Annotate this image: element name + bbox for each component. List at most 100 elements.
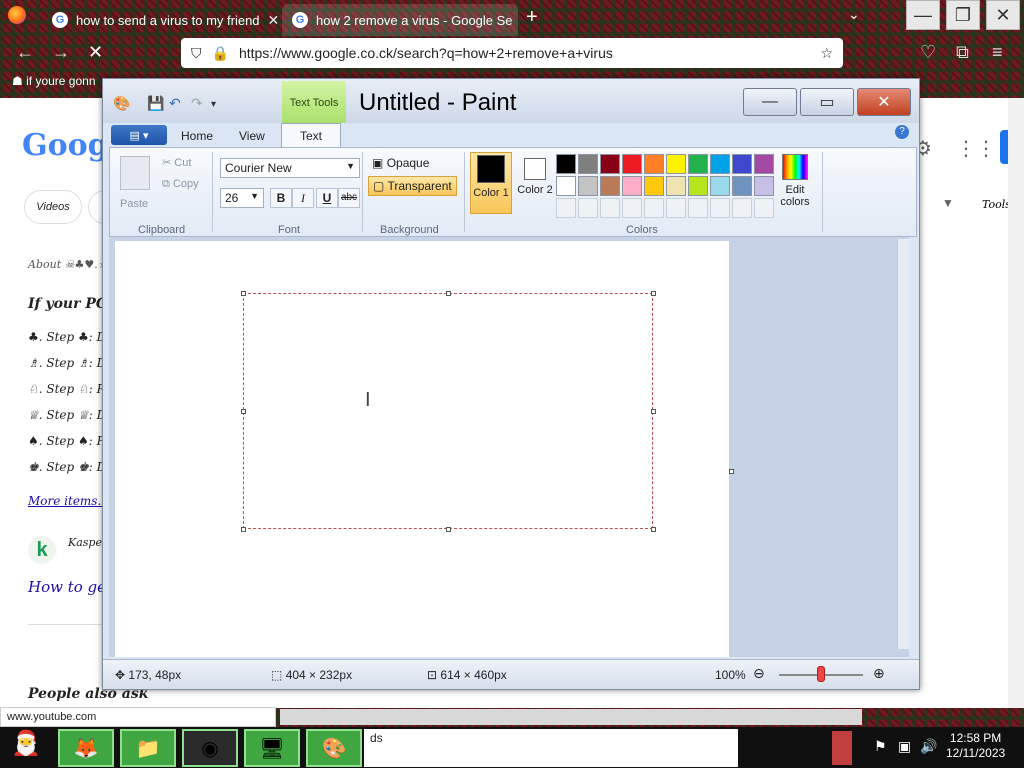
custom-color-slot[interactable] <box>732 198 752 218</box>
canvas-resize-handle[interactable] <box>729 469 734 474</box>
save-icon[interactable]: 💾 <box>147 95 164 112</box>
help-icon[interactable]: ? <box>895 125 909 139</box>
firefox-icon[interactable] <box>8 6 26 24</box>
palette-swatch[interactable] <box>732 176 752 196</box>
color1-button[interactable]: Color 1 <box>470 152 512 214</box>
tab-send-virus[interactable]: G how to send a virus to my friend ✕ <box>42 4 278 36</box>
close-button[interactable]: ✕ <box>857 88 911 116</box>
customize-qa-chevron-down-icon[interactable]: ▾ <box>211 99 216 110</box>
undo-icon[interactable]: ↶ <box>169 95 181 112</box>
resize-handle[interactable] <box>446 527 451 532</box>
new-tab-button[interactable]: + <box>526 6 538 29</box>
volume-icon[interactable]: 🔊 <box>920 738 937 755</box>
forward-icon[interactable]: → <box>52 42 70 63</box>
pocket-icon[interactable]: ♡ <box>920 42 936 63</box>
palette-swatch[interactable] <box>556 176 576 196</box>
lock-icon[interactable]: 🔒 <box>212 45 229 62</box>
minimize-button[interactable]: — <box>743 88 797 116</box>
file-menu-button[interactable]: ▤ ▾ <box>111 125 167 145</box>
network-icon[interactable]: ▣ <box>898 738 911 755</box>
apps-grid-icon[interactable]: ⋮⋮ <box>956 136 996 161</box>
palette-swatch[interactable] <box>754 176 774 196</box>
resize-handle[interactable] <box>241 527 246 532</box>
custom-color-slot[interactable] <box>600 198 620 218</box>
tab-text[interactable]: Text <box>281 123 341 147</box>
copy-button[interactable]: ⧉ Copy <box>162 178 199 191</box>
bookmark-star-icon[interactable]: ☆ <box>820 45 833 62</box>
palette-swatch[interactable] <box>600 176 620 196</box>
palette-swatch[interactable] <box>710 154 730 174</box>
strikethrough-button[interactable]: abc <box>338 188 360 208</box>
paste-icon[interactable] <box>120 156 150 190</box>
caret-down-icon[interactable]: ▼ <box>942 196 954 210</box>
maximize-button[interactable]: ▭ <box>800 88 854 116</box>
url-bar[interactable]: ⛉ 🔒 https://www.google.co.ck/search?q=ho… <box>181 38 843 68</box>
bold-button[interactable]: B <box>270 188 292 208</box>
custom-color-slot[interactable] <box>754 198 774 218</box>
palette-swatch[interactable] <box>556 154 576 174</box>
underline-button[interactable]: U <box>316 188 338 208</box>
list-tabs-chevron-down-icon[interactable]: ⌄ <box>848 6 860 23</box>
resize-handle[interactable] <box>651 527 656 532</box>
text-box[interactable] <box>243 293 653 529</box>
menu-icon[interactable]: ≡ <box>992 42 1003 63</box>
edit-colors-button[interactable]: Edit colors <box>774 154 816 216</box>
opaque-button[interactable]: ▣ Opaque <box>368 154 433 172</box>
palette-swatch[interactable] <box>732 154 752 174</box>
zoom-slider-thumb[interactable] <box>817 666 825 682</box>
custom-color-slot[interactable] <box>578 198 598 218</box>
paint-app-icon[interactable]: 🎨 <box>113 95 130 112</box>
palette-swatch[interactable] <box>578 176 598 196</box>
start-santa-icon[interactable]: 🎅 <box>4 729 48 767</box>
zoom-out-icon[interactable]: ⊖ <box>753 665 765 682</box>
close-button[interactable]: ✕ <box>986 0 1020 30</box>
kaspersky-icon[interactable]: k <box>28 536 56 564</box>
palette-swatch[interactable] <box>688 176 708 196</box>
tools-button[interactable]: Tools <box>982 198 1011 211</box>
restore-button[interactable]: ❐ <box>946 0 980 30</box>
palette-swatch[interactable] <box>688 154 708 174</box>
zoom-in-icon[interactable]: ⊕ <box>873 665 885 682</box>
sign-in-button[interactable] <box>1000 130 1008 164</box>
extensions-icon[interactable]: ⧉ <box>956 42 969 63</box>
tab-view[interactable]: View <box>227 127 277 145</box>
custom-color-slot[interactable] <box>688 198 708 218</box>
resize-handle[interactable] <box>651 291 656 296</box>
custom-color-slot[interactable] <box>622 198 642 218</box>
url-text[interactable]: https://www.google.co.ck/search?q=how+2+… <box>239 45 811 61</box>
palette-swatch[interactable] <box>644 154 664 174</box>
redo-icon[interactable]: ↷ <box>191 95 203 112</box>
palette-swatch[interactable] <box>754 154 774 174</box>
resize-handle[interactable] <box>241 291 246 296</box>
more-items-link[interactable]: More items... <box>28 494 109 508</box>
paste-button[interactable]: Paste <box>120 198 148 210</box>
color2-button[interactable]: Color 2 <box>514 152 556 214</box>
taskbar-window-label[interactable]: ds <box>370 731 383 745</box>
cut-button[interactable]: ✂ Cut <box>162 156 191 169</box>
drawing-canvas[interactable]: I <box>115 241 729 657</box>
palette-swatch[interactable] <box>710 176 730 196</box>
palette-swatch[interactable] <box>578 154 598 174</box>
back-icon[interactable]: ← <box>16 42 34 63</box>
transparent-button[interactable]: ▢ Transparent <box>368 176 457 196</box>
minimize-button[interactable]: — <box>906 0 940 30</box>
palette-swatch[interactable] <box>600 154 620 174</box>
taskbar-explorer-icon[interactable]: 📁 <box>120 729 176 767</box>
taskbar-window-strip[interactable] <box>364 729 738 767</box>
taskbar-firefox-icon[interactable]: 🦊 <box>58 729 114 767</box>
resize-handle[interactable] <box>446 291 451 296</box>
filter-pill[interactable]: Videos <box>24 190 82 224</box>
custom-color-slot[interactable] <box>644 198 664 218</box>
palette-swatch[interactable] <box>644 176 664 196</box>
bookmark-item[interactable]: ☗ if youre gonn <box>12 74 96 88</box>
taskbar-chrome-icon[interactable]: ◉ <box>182 729 238 767</box>
resize-handle[interactable] <box>651 409 656 414</box>
italic-button[interactable]: I <box>292 188 314 208</box>
page-scrollbar[interactable] <box>1008 98 1024 708</box>
font-family-select[interactable]: Courier New ▼ <box>220 158 360 178</box>
canvas-scrollbar[interactable] <box>897 239 909 649</box>
shield-icon[interactable]: ⛉ <box>191 45 202 62</box>
font-size-select[interactable]: 26 ▼ <box>220 188 264 208</box>
palette-swatch[interactable] <box>622 154 642 174</box>
clock[interactable]: 12:58 PM 12/11/2023 <box>946 731 1005 761</box>
